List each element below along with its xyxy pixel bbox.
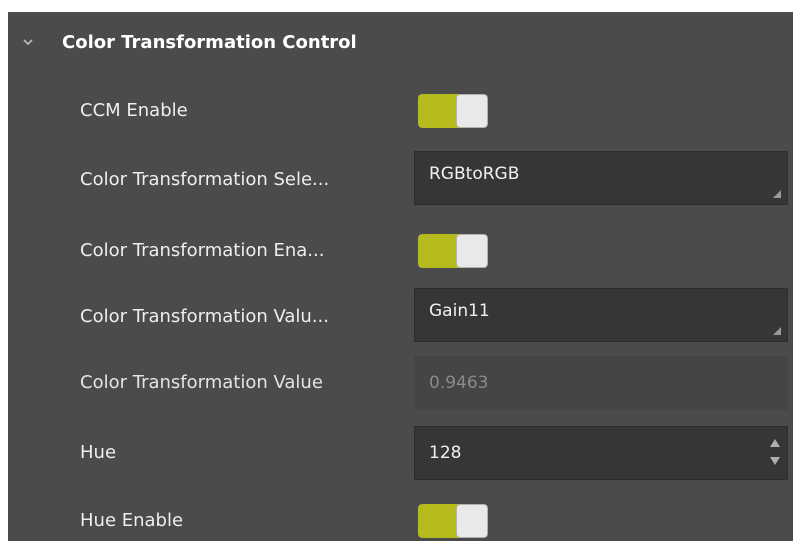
dropdown-corner-icon [773, 190, 781, 198]
color-transformation-selector-dropdown[interactable]: RGBtoRGB [414, 151, 788, 205]
group-header-color-transformation[interactable]: Color Transformation Control [8, 12, 793, 76]
color-transformation-enable-toggle[interactable] [418, 234, 488, 268]
row-color-transformation-enable: Color Transformation Ena... [8, 222, 793, 280]
row-hue: Hue 128 [8, 424, 793, 482]
dropdown-corner-icon [773, 327, 781, 335]
row-color-transformation-value: Color Transformation Value 0.9463 [8, 354, 793, 412]
color-transformation-value-label: Color Transformation Value [80, 372, 323, 393]
row-hue-enable: Hue Enable [8, 492, 793, 550]
group-title: Color Transformation Control [62, 32, 357, 53]
toggle-knob [456, 504, 488, 538]
toggle-knob [456, 234, 488, 268]
row-color-transformation-selector: Color Transformation Sele... RGBtoRGB [8, 151, 793, 209]
selected-value: RGBtoRGB [429, 164, 520, 184]
hue-enable-label: Hue Enable [80, 510, 184, 531]
readonly-value: 0.9463 [429, 373, 489, 393]
ccm-enable-label: CCM Enable [80, 100, 188, 121]
color-transformation-value-selector-dropdown[interactable]: Gain11 [414, 288, 788, 342]
ccm-enable-toggle[interactable] [418, 94, 488, 128]
color-transformation-value-selector-label: Color Transformation Valu... [80, 306, 330, 327]
hue-enable-toggle[interactable] [418, 504, 488, 538]
row-color-transformation-value-selector: Color Transformation Valu... Gain11 [8, 288, 793, 346]
color-transformation-enable-label: Color Transformation Ena... [80, 240, 325, 261]
row-ccm-enable: CCM Enable [8, 82, 793, 140]
selected-value: Gain11 [429, 301, 490, 321]
toggle-knob [456, 94, 488, 128]
color-transformation-value-field: 0.9463 [414, 356, 788, 410]
hue-label: Hue [80, 442, 117, 463]
spin-arrows-icon[interactable] [769, 435, 781, 471]
hue-spinbox[interactable]: 128 [414, 426, 788, 480]
color-transformation-selector-label: Color Transformation Sele... [80, 169, 330, 190]
properties-panel: Color Transformation Control CCM Enable … [8, 12, 793, 541]
chevron-down-icon[interactable] [22, 36, 34, 48]
hue-value: 128 [429, 443, 462, 463]
